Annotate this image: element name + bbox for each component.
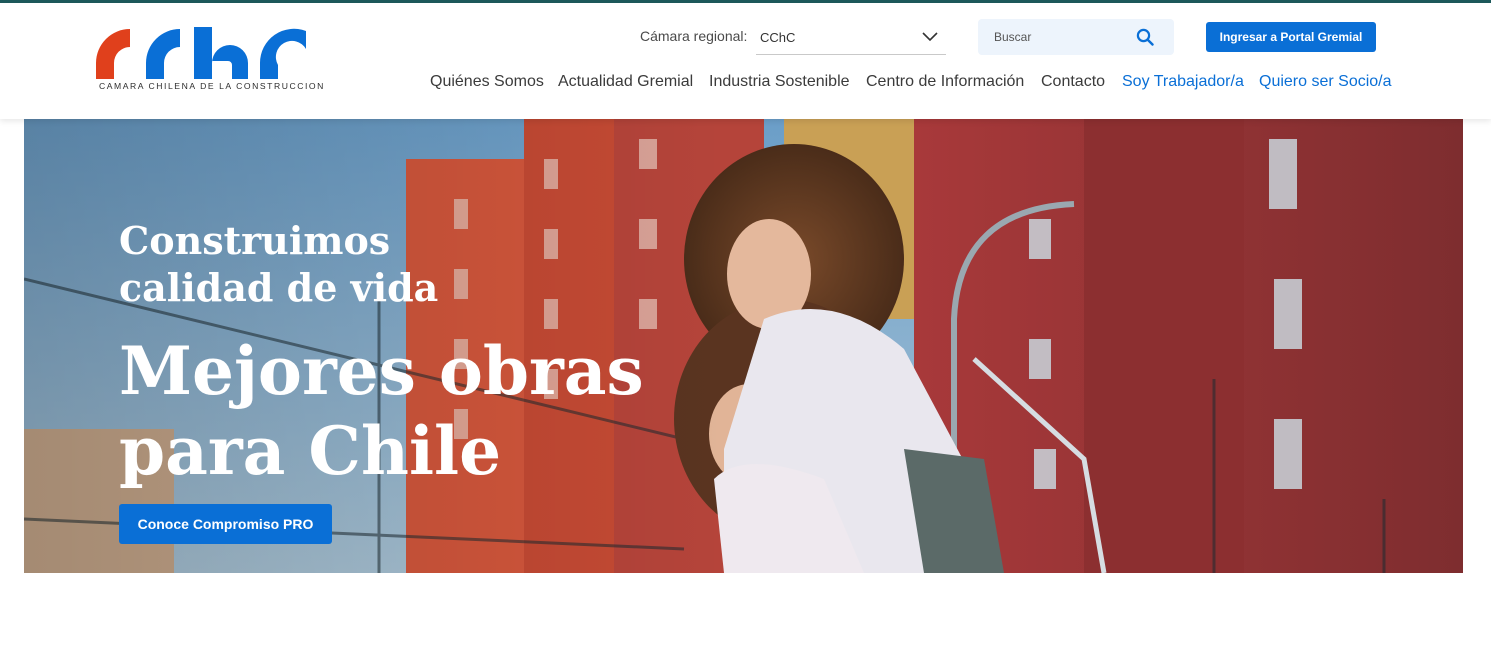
region-select[interactable]: CChC [756,22,946,55]
nav-item-industria-sostenible[interactable]: Industria Sostenible [709,73,850,91]
region-label: Cámara regional: [640,28,748,44]
chevron-down-icon [922,32,938,42]
nav-item-quiero-ser-socio[interactable]: Quiero ser Socio/a [1259,73,1392,91]
hero-title: Mejores obras para Chile [119,332,644,490]
search-box [978,19,1174,55]
search-icon[interactable] [1136,28,1154,46]
hero-subtitle: Construimos calidad de vida [119,218,439,310]
compromiso-pro-button[interactable]: Conoce Compromiso PRO [119,504,332,544]
nav-item-actualidad-gremial[interactable]: Actualidad Gremial [558,73,693,91]
search-input[interactable] [978,19,1128,55]
portal-gremial-button[interactable]: Ingresar a Portal Gremial [1206,22,1376,52]
nav-item-contacto[interactable]: Contacto [1041,73,1105,91]
hero-banner: Construimos calidad de vida Mejores obra… [24,119,1463,573]
nav-item-centro-de-informacion[interactable]: Centro de Información [866,73,1024,91]
main-nav: Quiénes Somos Actualidad Gremial Industr… [0,73,1491,95]
nav-item-soy-trabajador[interactable]: Soy Trabajador/a [1122,73,1244,91]
site-header: CAMARA CHILENA DE LA CONSTRUCCION Cámara… [0,3,1491,119]
nav-item-quienes-somos[interactable]: Quiénes Somos [430,73,544,91]
region-selected-value: CChC [760,30,796,45]
